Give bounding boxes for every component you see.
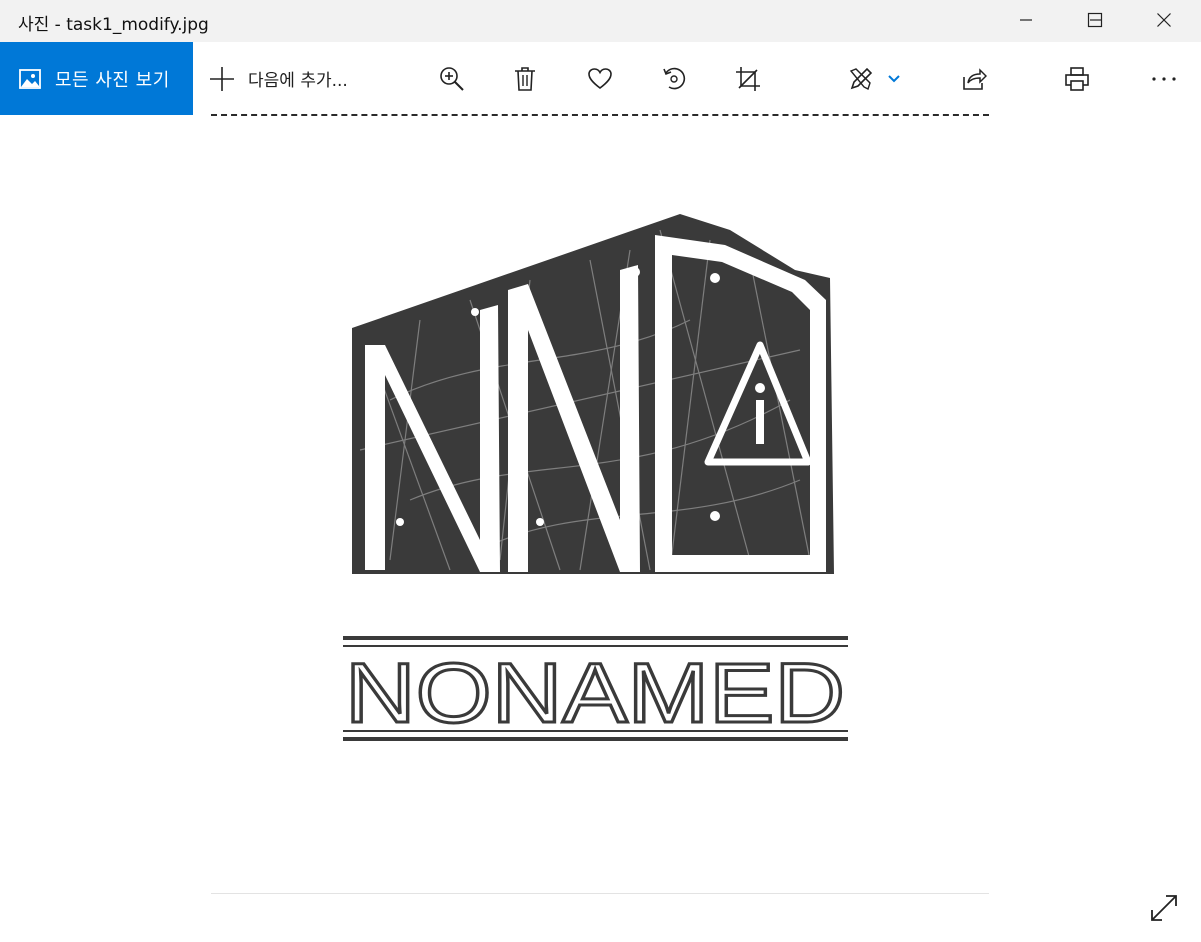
share-icon bbox=[963, 68, 987, 90]
chevron-down-icon bbox=[888, 75, 900, 83]
nonamed-logo: NONAMED bbox=[343, 214, 848, 742]
edit-button[interactable] bbox=[843, 62, 879, 96]
crop-icon bbox=[736, 67, 760, 91]
photo-viewer-image[interactable]: NONAMED bbox=[330, 200, 870, 760]
edit-icon bbox=[849, 67, 873, 90]
add-to-button[interactable]: 다음에 추가... bbox=[208, 42, 348, 115]
rotate-icon bbox=[663, 67, 686, 90]
print-icon bbox=[1065, 67, 1089, 91]
share-button[interactable] bbox=[956, 62, 992, 96]
more-icon bbox=[1152, 77, 1176, 81]
photo-icon bbox=[18, 67, 42, 91]
close-icon bbox=[1157, 13, 1171, 27]
maximize-icon bbox=[1087, 12, 1103, 28]
favorite-button[interactable] bbox=[582, 62, 618, 96]
favorite-icon bbox=[588, 68, 612, 90]
more-button[interactable] bbox=[1146, 62, 1182, 96]
crop-button[interactable] bbox=[730, 62, 766, 96]
image-top-border bbox=[211, 114, 989, 116]
maximize-button[interactable] bbox=[1067, 0, 1123, 40]
edit-dropdown[interactable] bbox=[877, 62, 911, 96]
rotate-button[interactable] bbox=[656, 62, 692, 96]
fullscreen-button[interactable] bbox=[1144, 888, 1184, 928]
close-button[interactable] bbox=[1136, 0, 1192, 40]
zoom-in-button[interactable] bbox=[434, 62, 470, 96]
minimize-button-2[interactable] bbox=[998, 0, 1054, 40]
all-photos-button[interactable]: 모든 사진 보기 bbox=[0, 42, 193, 115]
all-photos-label: 모든 사진 보기 bbox=[55, 69, 170, 91]
plus-icon bbox=[210, 66, 234, 91]
fullscreen-icon bbox=[1151, 895, 1177, 921]
window-title: 사진 - task1_modify.jpg bbox=[18, 15, 209, 35]
toolbar: 모든 사진 보기 다음에 추가... bbox=[0, 42, 1201, 115]
print-button[interactable] bbox=[1059, 62, 1095, 96]
add-to-label: 다음에 추가... bbox=[248, 71, 348, 91]
minimize-icon bbox=[1020, 19, 1032, 21]
image-bottom-border bbox=[211, 893, 989, 894]
delete-button[interactable] bbox=[507, 62, 543, 96]
logo-wordmark: NONAMED bbox=[345, 646, 845, 740]
zoom-in-icon bbox=[440, 67, 464, 91]
delete-icon bbox=[515, 67, 535, 91]
